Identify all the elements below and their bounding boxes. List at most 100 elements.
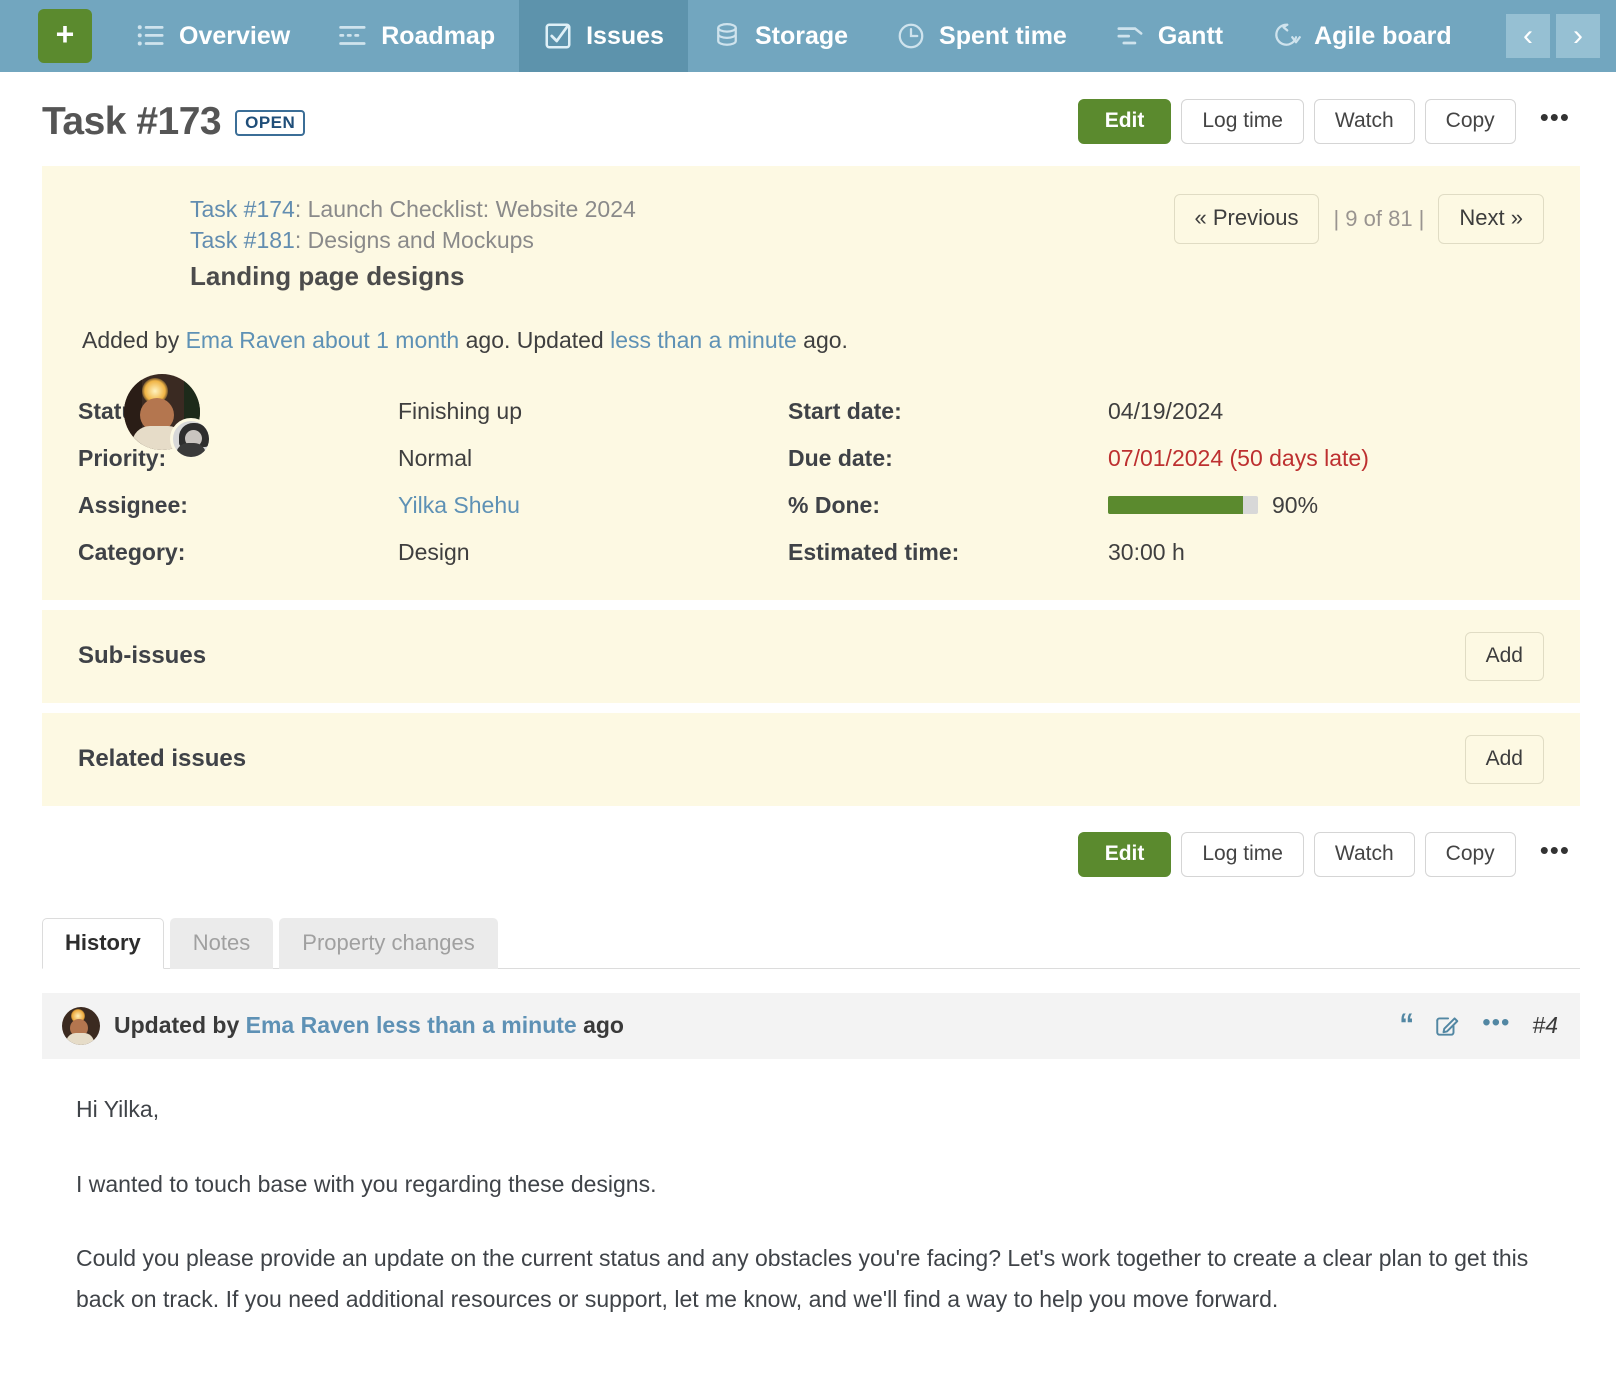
nav-item-spent-time[interactable]: Spent time: [872, 0, 1091, 72]
copy-button[interactable]: Copy: [1424, 98, 1516, 144]
history-note-body: Hi Yilka, I wanted to touch base with yo…: [76, 1089, 1580, 1321]
more-actions-button-bottom[interactable]: •••: [1526, 837, 1580, 871]
note-paragraph-3: Could you please provide an update on th…: [76, 1245, 1529, 1313]
progress-group: 90%: [1108, 492, 1544, 519]
added-by-prefix: Added by: [82, 326, 186, 353]
more-actions-button[interactable]: •••: [1526, 104, 1580, 138]
nav-prev-arrow-button[interactable]: ‹: [1506, 14, 1550, 58]
nav-item-gantt[interactable]: Gantt: [1091, 0, 1247, 72]
history-entry-actions: “ ••• #4: [1399, 1009, 1558, 1040]
issue-meta-line: Added by Ema Raven about 1 month ago. Up…: [82, 326, 1544, 356]
edit-icon[interactable]: [1434, 1013, 1460, 1039]
issue-subject: Landing page designs: [190, 260, 465, 291]
add-related-issue-button[interactable]: Add: [1464, 734, 1544, 784]
database-icon: [717, 23, 737, 46]
issue-tabs: History Notes Property changes: [42, 917, 1580, 969]
tab-history[interactable]: History: [42, 917, 164, 969]
assignee-value[interactable]: Yilka Shehu: [398, 492, 788, 519]
add-button-label: +: [55, 16, 75, 52]
nav-item-overview-label: Overview: [179, 21, 291, 50]
checklist-icon: [545, 23, 571, 49]
history-entry-header: Updated by Ema Raven less than a minute …: [42, 992, 1580, 1059]
breadcrumb-title-1: Launch Checklist: Website 2024: [307, 196, 636, 222]
list-icon: [137, 25, 164, 46]
assignee-label: Assignee:: [78, 491, 188, 518]
done-value-wrap: 90%: [1108, 492, 1544, 519]
breadcrumb-link-task-174[interactable]: Task #174: [190, 196, 295, 222]
add-sub-issue-button[interactable]: Add: [1464, 631, 1544, 681]
assignee-avatar: [170, 418, 212, 460]
copy-button-bottom[interactable]: Copy: [1424, 831, 1516, 877]
nav-item-storage[interactable]: Storage: [688, 0, 872, 72]
watch-button[interactable]: Watch: [1313, 98, 1415, 144]
history-more-icon[interactable]: •••: [1482, 1010, 1510, 1035]
watch-button-bottom[interactable]: Watch: [1313, 831, 1415, 877]
breadcrumb-sep-1: :: [294, 196, 308, 222]
sub-issues-section: Sub-issues Add: [42, 609, 1580, 703]
log-time-button-bottom[interactable]: Log time: [1181, 831, 1304, 877]
added-mid-text: ago. Updated: [459, 326, 611, 353]
clock-icon: [898, 23, 924, 49]
history-author-link[interactable]: Ema Raven: [246, 1012, 370, 1038]
log-time-button[interactable]: Log time: [1181, 98, 1304, 144]
nav-item-storage-label: Storage: [754, 21, 849, 50]
nav-item-issues[interactable]: Issues: [519, 0, 688, 72]
history-prefix: Updated by: [114, 1012, 246, 1039]
add-button[interactable]: +: [38, 9, 92, 63]
issue-attributes-grid: Status: Finishing up Start date: 04/19/2…: [78, 398, 1544, 566]
edit-button-bottom[interactable]: Edit: [1077, 831, 1172, 877]
previous-issue-button[interactable]: « Previous: [1173, 194, 1320, 244]
history-when-link[interactable]: less than a minute: [370, 1012, 577, 1038]
avatar-group: [124, 374, 212, 460]
due-date-value: 07/01/2024 (50 days late): [1108, 444, 1369, 471]
nav-item-overview[interactable]: Overview: [112, 0, 314, 72]
updated-when-link[interactable]: less than a minute: [610, 327, 797, 353]
estimated-time-value: 30:00 h: [1108, 538, 1185, 565]
priority-value: Normal: [398, 444, 473, 471]
added-suffix-text: ago.: [796, 326, 848, 353]
tab-property-changes[interactable]: Property changes: [279, 917, 498, 969]
nav-item-spent-time-label: Spent time: [939, 21, 1067, 50]
page-title-text: Task #173: [42, 99, 222, 143]
nav-item-agile-board-label: Agile board: [1314, 21, 1452, 50]
nav-item-roadmap[interactable]: Roadmap: [314, 0, 519, 72]
issue-toolbar-bottom-row: Edit Log time Watch Copy •••: [0, 806, 1616, 877]
pager-count-label: | 9 of 81 |: [1333, 206, 1425, 231]
breadcrumb-title-2: Designs and Mockups: [307, 227, 534, 254]
nav-next-arrow-button[interactable]: ›: [1556, 14, 1600, 58]
issue-toolbar-top: Edit Log time Watch Copy •••: [1077, 98, 1580, 144]
nav-item-roadmap-label: Roadmap: [381, 21, 496, 50]
start-date-value: 04/19/2024: [1108, 397, 1224, 424]
start-date-label: Start date:: [788, 397, 902, 424]
nav-item-issues-label: Issues: [586, 21, 664, 50]
progress-bar-fill: [1108, 496, 1243, 515]
edit-button[interactable]: Edit: [1077, 98, 1172, 144]
top-navigation-bar: + Overview Roadmap Issues Storage Spent …: [0, 0, 1616, 72]
category-value: Design: [398, 538, 470, 565]
quote-icon[interactable]: “: [1399, 1009, 1414, 1040]
issue-details-card: « Previous | 9 of 81 | Next » Task #174:…: [42, 166, 1580, 600]
added-when-link[interactable]: about 1 month: [306, 327, 459, 353]
note-paragraph-1: Hi Yilka,: [76, 1095, 160, 1122]
note-paragraph-2: I wanted to touch base with you regardin…: [76, 1170, 657, 1197]
page-title: Task #173 OPEN: [42, 99, 306, 143]
sub-issues-title: Sub-issues: [78, 642, 207, 670]
history-suffix: ago: [576, 1012, 624, 1039]
nav-item-agile-board[interactable]: Agile board: [1247, 0, 1462, 72]
done-label: % Done:: [788, 491, 880, 518]
related-issues-section: Related issues Add: [42, 712, 1580, 806]
breadcrumb-link-task-181[interactable]: Task #181: [190, 227, 295, 253]
due-date-label: Due date:: [788, 444, 893, 471]
added-by-author-link[interactable]: Ema Raven: [186, 327, 306, 353]
history-entry-meta: Updated by Ema Raven less than a minute …: [114, 1014, 624, 1037]
tab-notes[interactable]: Notes: [169, 917, 274, 969]
breadcrumb-sep-2: :: [294, 227, 308, 254]
history-avatar-body: [66, 1032, 94, 1045]
assignee-avatar-body: [176, 443, 206, 457]
progress-percent-label: 90%: [1272, 491, 1319, 518]
agile-icon: [1275, 23, 1301, 46]
next-issue-button[interactable]: Next »: [1438, 194, 1544, 244]
related-issues-title: Related issues: [78, 745, 247, 773]
chevron-right-icon: ›: [1573, 19, 1583, 52]
issue-pager: « Previous | 9 of 81 | Next »: [1173, 194, 1544, 244]
